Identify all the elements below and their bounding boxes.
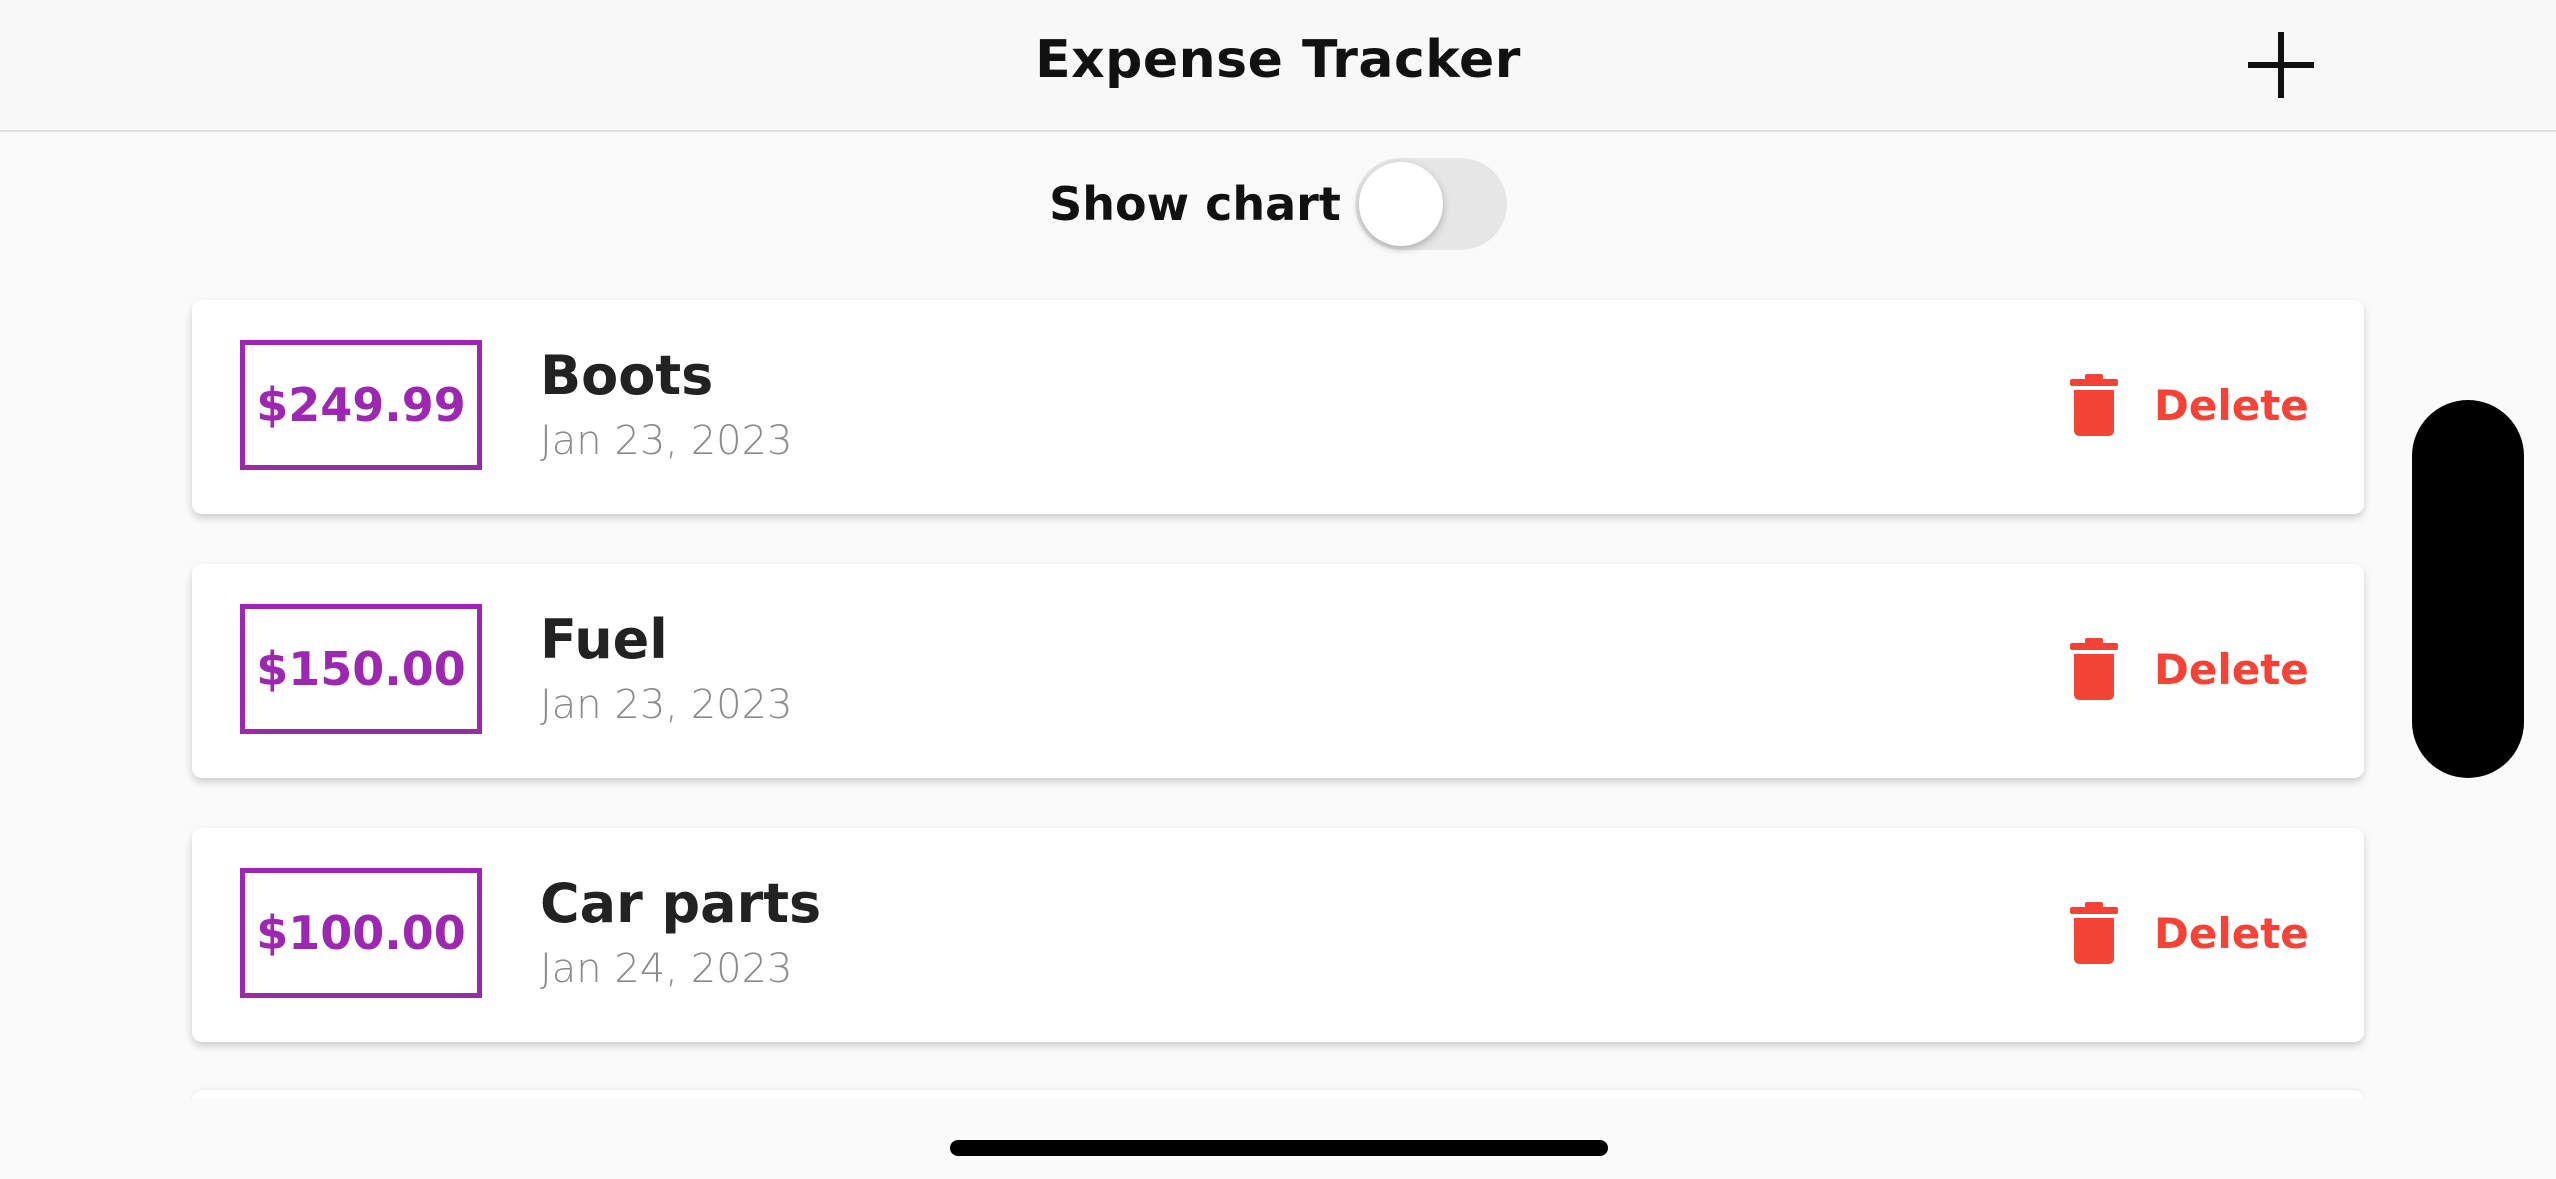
expense-card: $150.00 Fuel Jan 23, 2023 Delete xyxy=(192,564,2364,778)
expense-date: Jan 24, 2023 xyxy=(540,946,793,992)
delete-label: Delete xyxy=(2154,644,2309,694)
side-scroll-pill[interactable] xyxy=(2412,400,2524,778)
home-indicator[interactable] xyxy=(950,1140,1608,1156)
list-viewport: $249.99 Boots Jan 23, 2023 Delete $150.0… xyxy=(0,0,2556,1099)
amount-box: $150.00 xyxy=(240,604,482,734)
trash-icon xyxy=(2070,638,2118,700)
trash-icon xyxy=(2070,374,2118,436)
amount-box: $249.99 xyxy=(240,340,482,470)
delete-label: Delete xyxy=(2154,380,2309,430)
expense-card: $100.00 Car parts Jan 24, 2023 Delete xyxy=(192,828,2364,1042)
delete-button[interactable]: Delete xyxy=(2070,634,2309,704)
expense-amount: $100.00 xyxy=(256,906,466,960)
expense-title: Boots xyxy=(540,344,714,407)
expense-title: Car parts xyxy=(540,872,822,935)
expense-amount: $150.00 xyxy=(256,642,466,696)
delete-button[interactable]: Delete xyxy=(2070,898,2309,968)
trash-icon xyxy=(2070,902,2118,964)
expense-date: Jan 23, 2023 xyxy=(540,682,793,728)
expense-card: $249.99 Boots Jan 23, 2023 Delete xyxy=(192,300,2364,514)
expense-amount: $249.99 xyxy=(256,378,466,432)
delete-button[interactable]: Delete xyxy=(2070,370,2309,440)
expense-title: Fuel xyxy=(540,608,668,671)
delete-label: Delete xyxy=(2154,908,2309,958)
expense-card-partial xyxy=(192,1090,2364,1099)
expense-date: Jan 23, 2023 xyxy=(540,418,793,464)
amount-box: $100.00 xyxy=(240,868,482,998)
